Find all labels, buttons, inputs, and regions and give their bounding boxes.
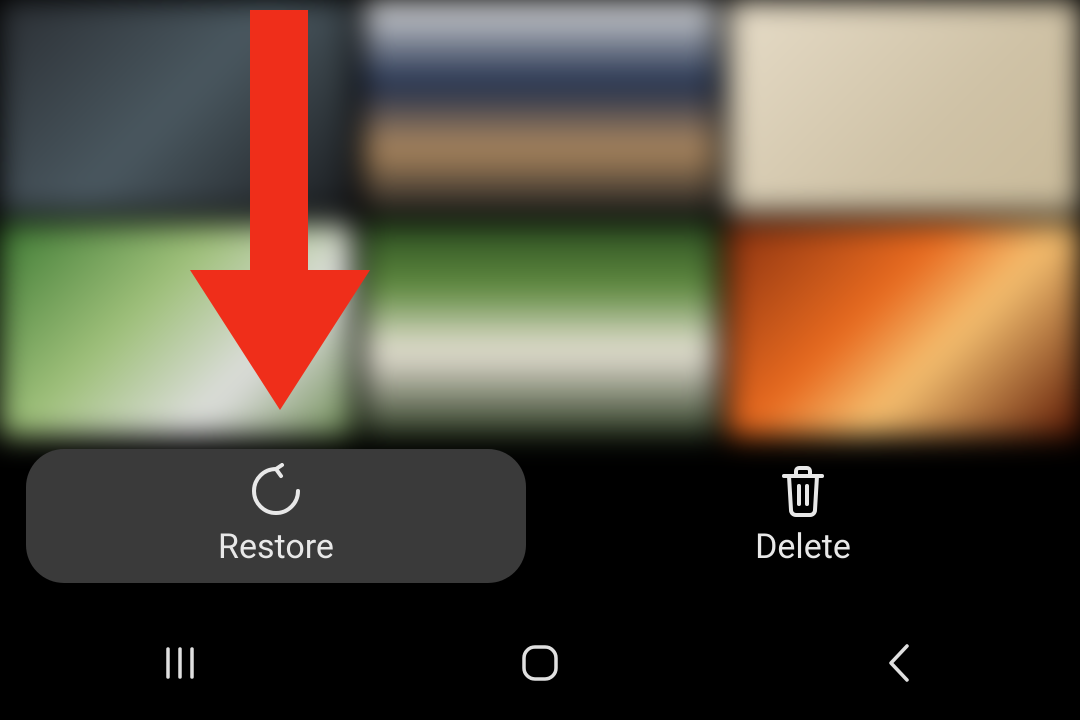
back-icon (881, 642, 919, 688)
photo-thumbnail[interactable] (728, 224, 1080, 436)
action-bar: Restore Delete (0, 436, 1080, 596)
nav-home-button[interactable] (440, 635, 640, 695)
photo-grid (0, 0, 1080, 436)
home-icon (519, 642, 561, 688)
delete-label: Delete (755, 527, 851, 567)
grid-row (0, 0, 1080, 212)
photo-thumbnail[interactable] (728, 0, 1080, 212)
restore-icon (248, 465, 304, 517)
nav-recents-button[interactable] (80, 635, 280, 695)
grid-row (0, 224, 1080, 436)
photo-thumbnail[interactable] (364, 224, 716, 436)
trash-icon (778, 465, 828, 517)
photo-thumbnail[interactable] (364, 0, 716, 212)
photo-thumbnail[interactable] (0, 0, 352, 212)
restore-button[interactable]: Restore (26, 449, 526, 583)
navigation-bar (0, 610, 1080, 720)
photo-thumbnail[interactable] (0, 224, 352, 436)
nav-back-button[interactable] (800, 635, 1000, 695)
delete-button[interactable]: Delete (526, 449, 1080, 583)
restore-label: Restore (218, 527, 334, 567)
recents-icon (160, 643, 200, 687)
